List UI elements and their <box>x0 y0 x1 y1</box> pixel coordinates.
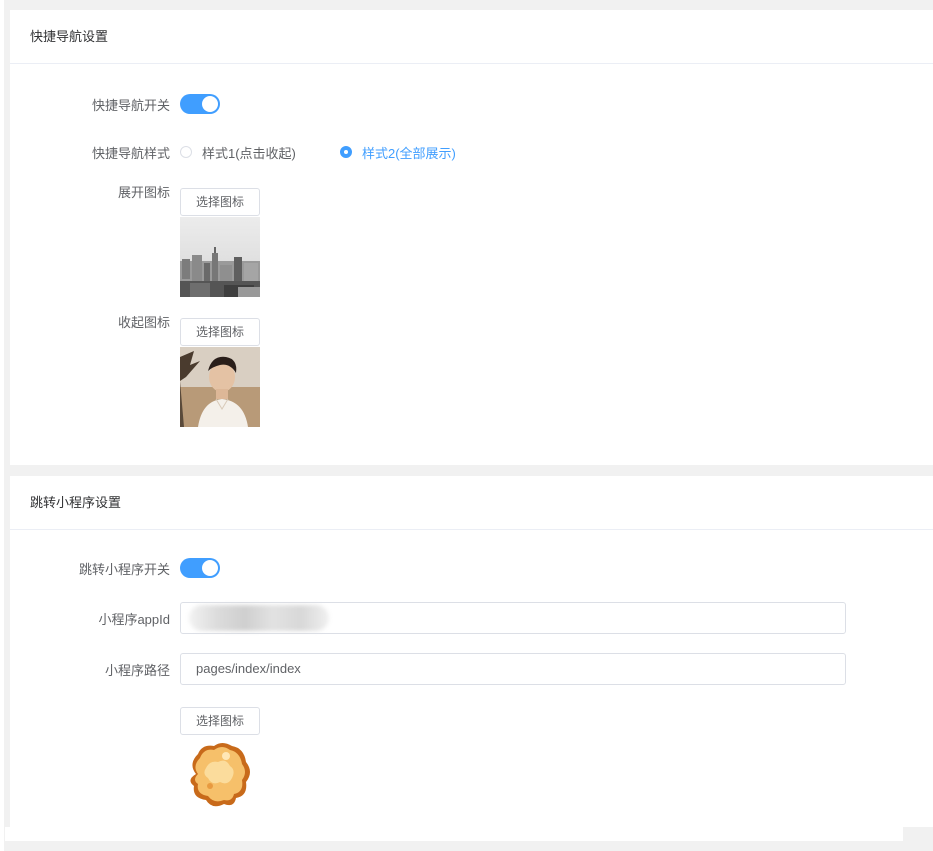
mini-program-title: 跳转小程序设置 <box>10 476 933 530</box>
quick-nav-switch-label: 快捷导航开关 <box>91 97 170 113</box>
expand-icon-image[interactable] <box>180 217 260 297</box>
switch-knob <box>202 560 218 576</box>
radio-dot <box>180 146 192 158</box>
expand-icon-label: 展开图标 <box>117 185 170 200</box>
radio-dot-checked <box>340 146 352 158</box>
appid-input[interactable] <box>180 602 846 634</box>
popcorn-icon <box>190 743 250 807</box>
quick-nav-switch[interactable] <box>180 94 220 114</box>
quick-nav-style-label: 快捷导航样式 <box>91 145 170 161</box>
path-row: 小程序路径 pages/index/index <box>10 653 933 685</box>
quick-nav-card: 快捷导航设置 快捷导航开关 快捷导航样式 样式1(点击收起) 样式2(全部展示)… <box>10 10 933 465</box>
quick-nav-style-row: 快捷导航样式 样式1(点击收起) 样式2(全部展示) <box>10 136 933 168</box>
style-option-2-label: 样式2(全部展示) <box>362 145 456 161</box>
page-left-edge <box>0 0 4 851</box>
collapse-icon-image[interactable] <box>180 347 260 427</box>
path-input[interactable]: pages/index/index <box>180 653 846 685</box>
style-option-2[interactable]: 样式2(全部展示) <box>340 143 456 162</box>
city-photo-icon <box>180 217 260 297</box>
appid-redacted-value <box>189 605 329 631</box>
mini-program-icon-image[interactable] <box>182 738 256 810</box>
mini-program-switch-label: 跳转小程序开关 <box>78 561 170 577</box>
quick-nav-title: 快捷导航设置 <box>10 10 933 64</box>
mini-program-switch[interactable] <box>180 558 220 578</box>
expand-icon-choose-button[interactable]: 选择图标 <box>180 188 260 216</box>
appid-label: 小程序appId <box>98 611 170 627</box>
style-option-1[interactable]: 样式1(点击收起) <box>180 143 296 162</box>
mini-program-switch-row: 跳转小程序开关 <box>10 552 933 584</box>
quick-nav-switch-row: 快捷导航开关 <box>10 88 933 120</box>
bottom-bar <box>5 827 903 841</box>
mini-program-choose-icon-button[interactable]: 选择图标 <box>180 707 260 735</box>
path-label: 小程序路径 <box>104 662 170 678</box>
portrait-photo-icon <box>180 347 260 427</box>
collapse-icon-label: 收起图标 <box>117 315 170 330</box>
switch-knob <box>202 96 218 112</box>
appid-row: 小程序appId <box>10 602 933 634</box>
style-option-1-label: 样式1(点击收起) <box>202 145 296 161</box>
collapse-icon-choose-button[interactable]: 选择图标 <box>180 318 260 346</box>
mini-program-card: 跳转小程序设置 跳转小程序开关 小程序appId 小程序路径 pages/ind… <box>10 476 933 827</box>
expand-icon-row: 展开图标 <box>10 185 933 218</box>
collapse-icon-row: 收起图标 <box>10 315 933 348</box>
